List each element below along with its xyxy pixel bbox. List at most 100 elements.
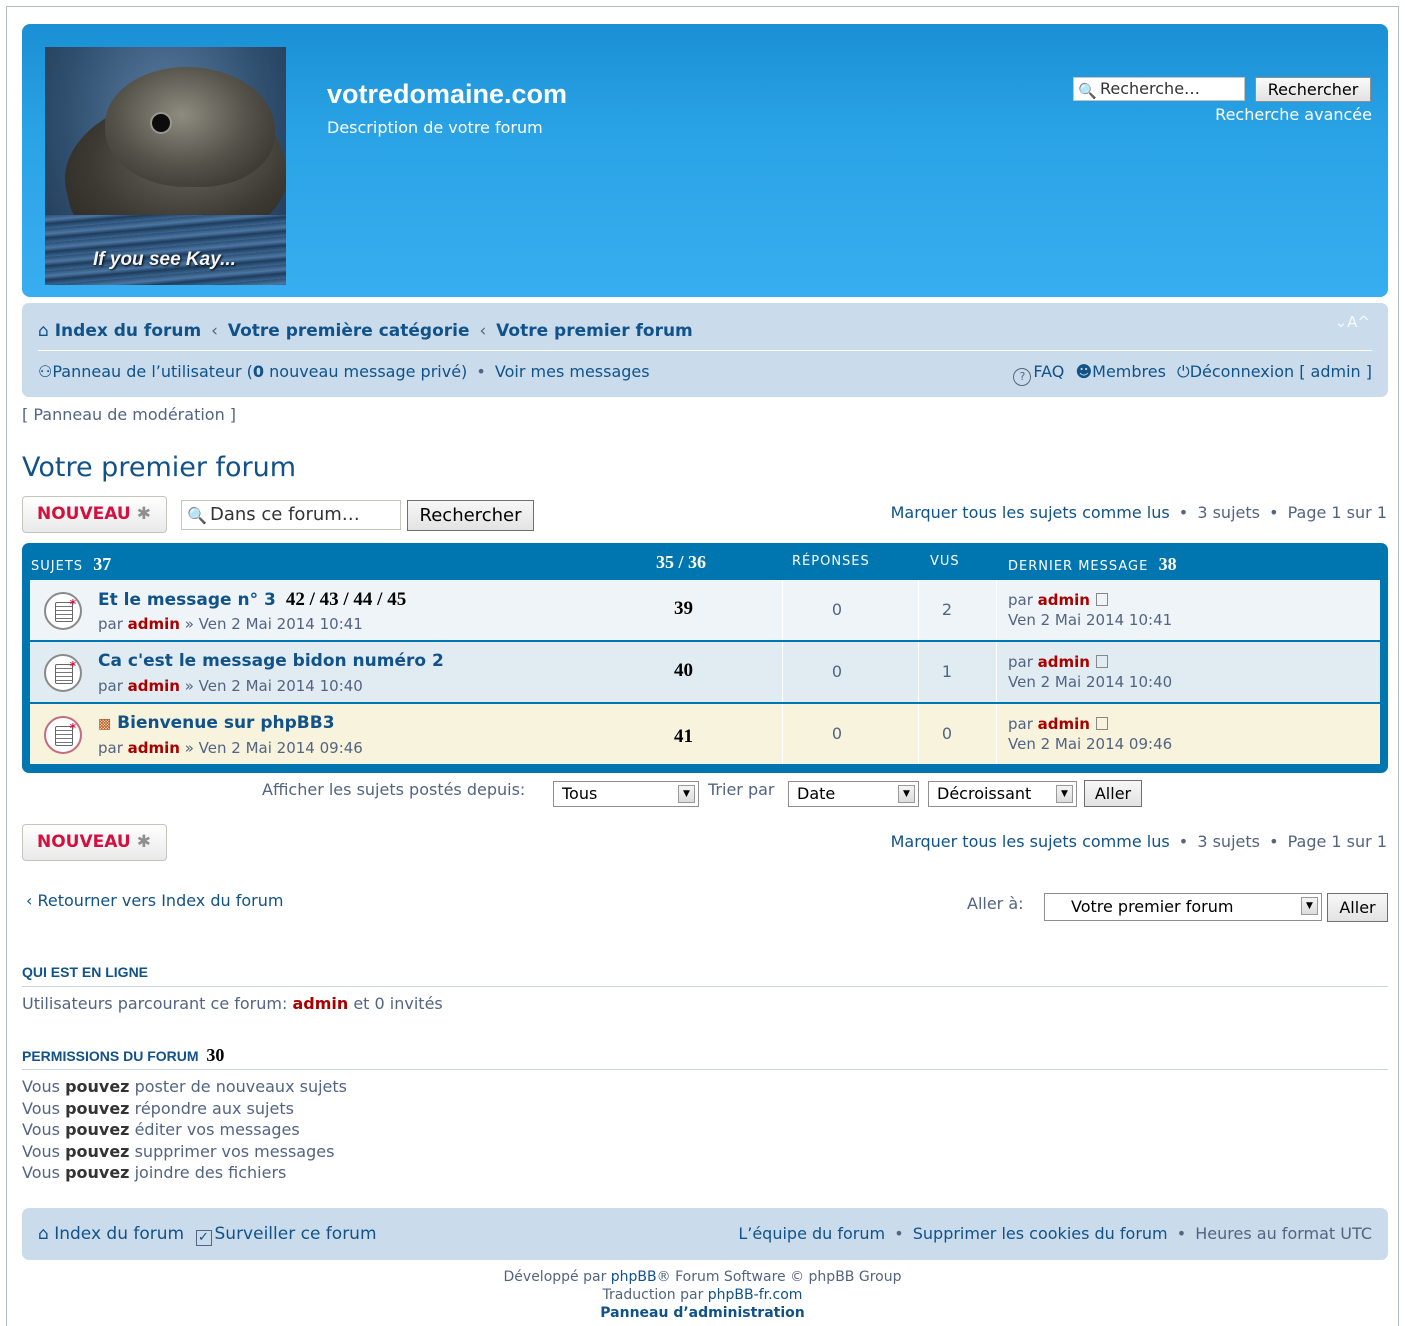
col-last-label: DERNIER MESSAGE (1008, 559, 1149, 574)
last-post-author[interactable]: admin (1038, 653, 1090, 671)
jump-go-button[interactable]: Aller (1327, 893, 1388, 922)
sort-go-button[interactable]: Aller (1084, 780, 1142, 807)
last-post: par admin Ven 2 Mai 2014 09:46 (1008, 714, 1172, 754)
watch-forum-link[interactable]: Surveiller ce forum (215, 1224, 377, 1244)
topic-author[interactable]: admin (128, 615, 180, 633)
cell-divider (996, 642, 997, 702)
separator-dot: • (1269, 503, 1279, 522)
advanced-search-link[interactable]: Recherche avancée (1215, 105, 1372, 124)
search-icon: 🔍 (187, 506, 207, 525)
breadcrumb-separator: ‹ (211, 321, 218, 341)
separator-dot: • (1176, 1224, 1187, 1243)
breadcrumb-forum[interactable]: Votre premier forum (496, 321, 693, 341)
cell-divider (996, 580, 997, 640)
logo-caption: If you see Kay... (93, 249, 236, 270)
new-topic-button-bottom[interactable]: NOUVEAU ✱ (22, 824, 167, 861)
topic-title-link[interactable]: Et le message n° 3 (98, 590, 276, 610)
last-post-author[interactable]: admin (1038, 715, 1090, 733)
online-user[interactable]: admin (292, 994, 348, 1013)
new-topic-button[interactable]: NOUVEAU ✱ (22, 496, 167, 533)
topic-row[interactable]: * Ca c'est le message bidon numéro 2 par… (30, 642, 1380, 702)
site-title[interactable]: votredomaine.com (327, 79, 567, 110)
members-link[interactable]: Membres (1092, 362, 1166, 381)
moderation-panel-link[interactable]: [ Panneau de modération ] (22, 405, 236, 424)
who-online-text: Utilisateurs parcourant ce forum: admin … (22, 994, 443, 1013)
topic-date: » Ven 2 Mai 2014 10:41 (179, 615, 363, 633)
faq-link[interactable]: FAQ (1033, 362, 1064, 381)
footer-index-link[interactable]: Index du forum (54, 1224, 184, 1244)
permission-item: Vous pouvez joindre des fichiers (22, 1163, 287, 1182)
topic-title-link[interactable]: Ca c'est le message bidon numéro 2 (98, 651, 444, 671)
col-replies: RÉPONSES (792, 554, 870, 569)
members-icon: ☻ (1075, 362, 1093, 381)
breadcrumb-category[interactable]: Votre première catégorie (228, 321, 470, 341)
topic-title-row: Ca c'est le message bidon numéro 2 (98, 651, 444, 671)
cell-divider (782, 704, 783, 764)
page-info: Page 1 sur 1 (1287, 832, 1387, 851)
forum-title[interactable]: Votre premier forum (22, 452, 296, 483)
footer-left: ⌂ Index du forum ✓ Surveiller ce forum (38, 1224, 377, 1246)
translation-link[interactable]: phpBB-fr.com (708, 1287, 803, 1303)
reply-count: 0 (831, 662, 843, 681)
topic-title-link[interactable]: Bienvenue sur phpBB3 (117, 713, 334, 733)
footer-navbar: ⌂ Index du forum ✓ Surveiller ce forum L’… (22, 1208, 1388, 1260)
topic-row-announcement[interactable]: * ▩ Bienvenue sur phpBB3 par admin » Ven… (30, 704, 1380, 764)
permission-item: Vous pouvez poster de nouveaux sujets (22, 1077, 347, 1096)
permission-item: Vous pouvez répondre aux sujets (22, 1098, 294, 1118)
home-icon: ⌂ (38, 321, 49, 341)
star-icon: ✱ (136, 504, 151, 524)
powered-by: Développé par phpBB® Forum Software © ph… (503, 1269, 902, 1285)
topic-author[interactable]: admin (128, 739, 180, 757)
separator-dot: • (1178, 832, 1189, 851)
goto-post-icon[interactable] (1095, 593, 1108, 606)
chevron-down-icon: ▼ (1056, 785, 1073, 803)
last-post: par admin Ven 2 Mai 2014 10:41 (1008, 590, 1172, 630)
logout-link[interactable]: Déconnexion [ admin ] (1190, 362, 1372, 381)
permission-item: Vous pouvez supprimer vos messages (22, 1141, 335, 1161)
delete-cookies-link[interactable]: Supprimer les cookies du forum (913, 1224, 1168, 1243)
show-since-value: Tous (562, 784, 598, 803)
translation: Traduction par phpBB-fr.com (602, 1287, 803, 1303)
goto-post-icon[interactable] (1095, 717, 1108, 730)
last-post-author[interactable]: admin (1038, 591, 1090, 609)
view-count: 1 (941, 662, 953, 681)
back-to-index-link[interactable]: ‹ Retourner vers Index du forum (26, 891, 283, 910)
topic-list-header: SUJETS 37 35 / 36 RÉPONSES VUS DERNIER M… (22, 543, 1388, 579)
jump-to-label: Aller à: (967, 894, 1024, 913)
topic-author[interactable]: admin (128, 677, 180, 695)
sort-order-select[interactable]: Décroissant ▼ (928, 781, 1077, 807)
topic-number: 41 (674, 726, 693, 747)
header-search-button[interactable]: Rechercher (1255, 77, 1371, 102)
font-size-control[interactable]: ⌄A^ (1335, 313, 1370, 331)
goto-post-icon[interactable] (1095, 655, 1108, 668)
site-header: If you see Kay... votredomaine.com Descr… (22, 24, 1388, 297)
admin-panel-link[interactable]: Panneau d’administration (0, 1304, 1405, 1322)
seal-eye (150, 112, 172, 134)
breadcrumb-index[interactable]: Index du forum (55, 321, 201, 341)
topic-row[interactable]: * Et le message n° 3 42 / 43 / 44 / 45 pa… (30, 580, 1380, 640)
col-last-num: 38 (1158, 554, 1177, 574)
forum-search-button[interactable]: Rechercher (407, 500, 534, 531)
sort-by-select[interactable]: Date ▼ (788, 781, 919, 807)
site-logo[interactable]: If you see Kay... (45, 47, 286, 285)
permissions-num: 30 (206, 1045, 225, 1065)
topic-unread-icon: * (44, 654, 82, 692)
phpbb-link[interactable]: phpBB (611, 1269, 657, 1285)
pagination-bottom: Marquer tous les sujets comme lus • 3 su… (891, 832, 1387, 851)
mark-read-link[interactable]: Marquer tous les sujets comme lus (891, 832, 1170, 851)
team-link[interactable]: L’équipe du forum (738, 1224, 885, 1243)
pagination-top: Marquer tous les sujets comme lus • 3 su… (891, 503, 1387, 522)
jump-to-select[interactable]: Votre premier forum ▼ (1044, 893, 1322, 921)
mark-read-link[interactable]: Marquer tous les sujets comme lus (891, 503, 1170, 522)
by-label: par (98, 739, 128, 757)
user-panel-link[interactable]: Panneau de l’utilisateur (0 nouveau mess… (52, 362, 467, 381)
header-search-input[interactable]: 🔍 Recherche… (1073, 77, 1245, 101)
forum-search-input[interactable]: 🔍 Dans ce forum… (181, 500, 401, 530)
online-suffix: et 0 invités (348, 994, 443, 1013)
reply-count: 0 (831, 724, 843, 743)
my-posts-link[interactable]: Voir mes messages (495, 362, 650, 381)
footer-right: L’équipe du forum • Supprimer les cookie… (738, 1224, 1372, 1243)
show-since-select[interactable]: Tous ▼ (553, 781, 699, 807)
who-online-title[interactable]: QUI EST EN LIGNE (22, 964, 148, 980)
topic-pages[interactable]: 42 / 43 / 44 / 45 (286, 589, 406, 610)
